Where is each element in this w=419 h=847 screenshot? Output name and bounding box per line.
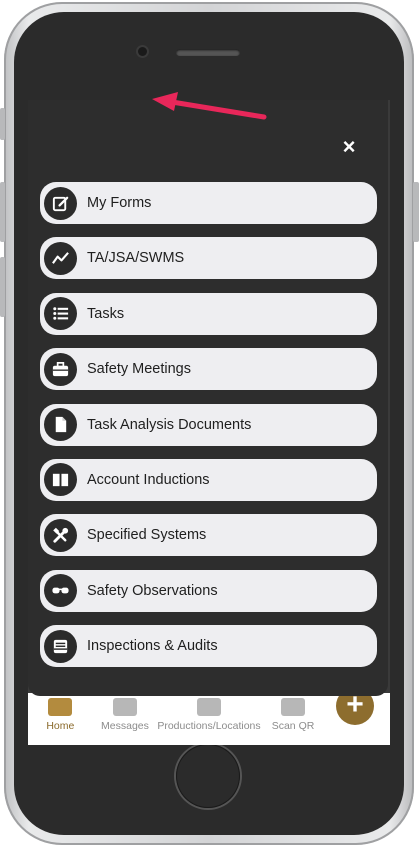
building-icon (196, 698, 221, 716)
phone-volume-up (0, 182, 5, 242)
phone-silent-switch (0, 108, 5, 140)
menu-item-label: Inspections & Audits (87, 638, 218, 655)
edit-form-icon (44, 186, 77, 220)
menu-list: My Forms TA/JSA/SWMS Tasks Safety Meetin… (40, 182, 377, 681)
list-icon (44, 297, 77, 331)
phone-power-button (413, 182, 419, 242)
inbox-tray-icon (44, 629, 77, 663)
close-button[interactable]: × (338, 136, 360, 158)
app-screen: Home Messages Productions/Locations Scan… (28, 100, 390, 745)
front-camera (138, 47, 147, 56)
menu-item-label: Task Analysis Documents (87, 416, 252, 433)
tab-label: Messages (101, 720, 149, 732)
menu-item-label: My Forms (87, 195, 152, 211)
tab-label: Scan QR (271, 720, 315, 732)
tab-home[interactable]: Home (28, 698, 93, 745)
home-key[interactable] (176, 744, 240, 808)
menu-item-label: TA/JSA/SWMS (87, 250, 185, 267)
chat-icon (112, 698, 137, 716)
qr-code-icon (281, 698, 306, 716)
document-icon (44, 408, 77, 442)
book-icon (44, 463, 77, 497)
earpiece-speaker (176, 49, 240, 56)
briefcase-icon (44, 352, 77, 386)
home-icon (48, 698, 73, 716)
menu-item-safety-observations[interactable]: Safety Observations (40, 569, 377, 612)
menu-item-inspections-audits[interactable]: Inspections & Audits (40, 625, 377, 668)
menu-item-tasks[interactable]: Tasks (40, 292, 377, 335)
menu-item-safety-meetings[interactable]: Safety Meetings (40, 348, 377, 391)
menu-item-account-inductions[interactable]: Account Inductions (40, 458, 377, 501)
menu-panel: × My Forms TA/JSA/SWMS Tasks Safety Meet… (28, 100, 388, 696)
tools-icon (44, 518, 77, 552)
menu-item-ta-jsa-swms[interactable]: TA/JSA/SWMS (40, 237, 377, 280)
tab-productions-locations[interactable]: Productions/Locations (157, 698, 261, 745)
phone-volume-down (0, 257, 5, 317)
glasses-icon (44, 574, 77, 608)
menu-item-label: Safety Observations (87, 582, 218, 599)
tab-label: Home (46, 720, 75, 732)
line-chart-icon (44, 241, 77, 275)
menu-item-label: Safety Meetings (87, 361, 191, 378)
tab-messages[interactable]: Messages (93, 698, 158, 745)
menu-item-label: Specified Systems (87, 527, 207, 544)
menu-item-label: Account Inductions (87, 471, 210, 488)
menu-item-my-forms[interactable]: My Forms (40, 182, 377, 224)
menu-item-task-analysis-documents[interactable]: Task Analysis Documents (40, 403, 377, 446)
menu-item-specified-systems[interactable]: Specified Systems (40, 514, 377, 557)
menu-item-label: Tasks (87, 305, 125, 322)
tab-label: Productions/Locations (157, 720, 261, 732)
tab-scan-qr[interactable]: Scan QR (261, 698, 326, 745)
